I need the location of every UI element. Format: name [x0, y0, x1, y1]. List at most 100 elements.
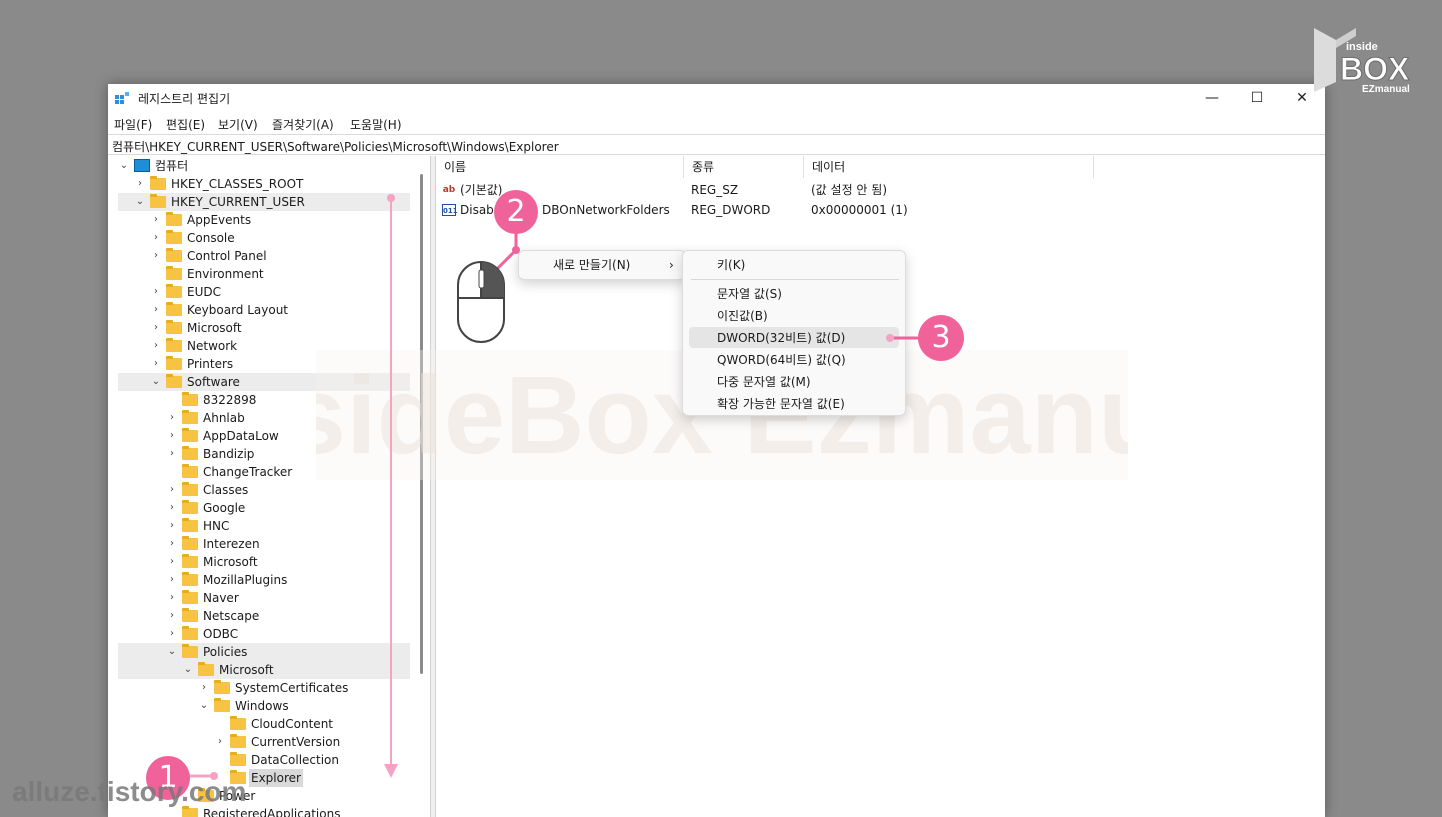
chevron-right-icon[interactable]: ›: [150, 211, 162, 229]
title-bar[interactable]: 레지스트리 편집기 — ☐ ✕: [108, 84, 1325, 112]
maximize-button[interactable]: ☐: [1234, 84, 1280, 112]
context-menu: 새로 만들기(N) ›: [518, 250, 686, 280]
chevron-right-icon[interactable]: ›: [166, 553, 178, 571]
tree-item-label: Printers: [187, 357, 234, 371]
tree-item-mozillaplugins[interactable]: › MozillaPlugins: [108, 571, 430, 589]
close-icon: ✕: [1296, 90, 1308, 106]
tree-item-interezen[interactable]: › Interezen: [108, 535, 430, 553]
chevron-right-icon[interactable]: ›: [166, 571, 178, 589]
tree-item-currentversion[interactable]: › CurrentVersion: [108, 733, 430, 751]
insidebox-logo: inside BOX EZmanual: [1314, 28, 1411, 94]
tree-item-systemcertificates[interactable]: › SystemCertificates: [108, 679, 430, 697]
submenu-key[interactable]: 키(K): [717, 255, 745, 275]
chevron-right-icon[interactable]: ›: [214, 733, 226, 751]
tree-item-label: MozillaPlugins: [203, 573, 288, 587]
chevron-down-icon[interactable]: ⌄: [198, 697, 210, 715]
menu-view[interactable]: 보기(V): [218, 116, 258, 133]
chevron-right-icon[interactable]: ›: [166, 625, 178, 643]
chevron-right-icon[interactable]: ›: [166, 427, 178, 445]
tree-item-hkey-current-user[interactable]: ⌄ HKEY_CURRENT_USER: [118, 193, 410, 211]
tree-item-microsoft[interactable]: ⌄ Microsoft: [118, 661, 410, 679]
tree-item-appevents[interactable]: › AppEvents: [108, 211, 430, 229]
chevron-right-icon[interactable]: ›: [150, 229, 162, 247]
tree-item-naver[interactable]: › Naver: [108, 589, 430, 607]
tree-item-hkey-classes-root[interactable]: › HKEY_CLASSES_ROOT: [108, 175, 430, 193]
chevron-right-icon[interactable]: ›: [150, 355, 162, 373]
menu-file[interactable]: 파일(F): [114, 116, 152, 133]
tree-item-label: ChangeTracker: [203, 465, 293, 479]
minimize-button[interactable]: —: [1189, 84, 1235, 112]
footer-watermark: alluze.tistory.com: [12, 776, 247, 807]
tree-item-컴퓨터[interactable]: ⌄ 컴퓨터: [108, 157, 430, 175]
folder-icon: [166, 320, 182, 334]
folder-icon: [150, 194, 166, 208]
tree-item-microsoft[interactable]: › Microsoft: [108, 553, 430, 571]
tree-item-eudc[interactable]: › EUDC: [108, 283, 430, 301]
tree-item-odbc[interactable]: › ODBC: [108, 625, 430, 643]
chevron-down-icon[interactable]: ⌄: [118, 157, 130, 175]
tree-item-environment[interactable]: Environment: [108, 265, 430, 283]
submenu-qword[interactable]: QWORD(64비트) 값(Q): [717, 350, 846, 370]
tree-item-google[interactable]: › Google: [108, 499, 430, 517]
chevron-right-icon[interactable]: ›: [166, 445, 178, 463]
tree-item-label: Windows: [235, 699, 289, 713]
tree-item-netscape[interactable]: › Netscape: [108, 607, 430, 625]
menu-edit[interactable]: 편집(E): [166, 116, 205, 133]
chevron-right-icon[interactable]: ›: [166, 409, 178, 427]
key-tree-pane[interactable]: ⌄ 컴퓨터 › HKEY_CLASSES_ROOT ⌄ HKEY_CURRENT_USER…: [108, 156, 430, 817]
submenu-dword[interactable]: DWORD(32비트) 값(D): [717, 328, 845, 348]
chevron-right-icon[interactable]: ›: [150, 319, 162, 337]
tree-item-windows[interactable]: ⌄ Windows: [108, 697, 430, 715]
tree-item-control-panel[interactable]: › Control Panel: [108, 247, 430, 265]
tree-item-console[interactable]: › Console: [108, 229, 430, 247]
tree-item-label: Interezen: [203, 537, 260, 551]
chevron-down-icon[interactable]: ⌄: [166, 643, 178, 661]
string-value-icon: ab: [442, 185, 456, 195]
column-type[interactable]: 종류: [684, 156, 804, 178]
chevron-right-icon[interactable]: ›: [166, 517, 178, 535]
chevron-down-icon[interactable]: ⌄: [150, 373, 162, 391]
column-name[interactable]: 이름: [436, 156, 684, 178]
chevron-right-icon[interactable]: ›: [150, 301, 162, 319]
tree-item-label: SystemCertificates: [235, 681, 349, 695]
tree-item-hnc[interactable]: › HNC: [108, 517, 430, 535]
chevron-down-icon[interactable]: ⌄: [182, 661, 194, 679]
value-data: 0x00000001 (1): [811, 203, 908, 217]
address-bar[interactable]: 컴퓨터\HKEY_CURRENT_USER\Software\Policies\…: [108, 134, 1325, 155]
menu-help[interactable]: 도움말(H): [350, 116, 402, 133]
chevron-right-icon[interactable]: ›: [150, 337, 162, 355]
folder-icon: [166, 302, 182, 316]
tree-item-label: Google: [203, 501, 246, 515]
chevron-right-icon[interactable]: ›: [198, 679, 210, 697]
submenu-expandable-string[interactable]: 확장 가능한 문자열 값(E): [717, 394, 845, 414]
chevron-right-icon[interactable]: ›: [166, 607, 178, 625]
tree-item-keyboard-layout[interactable]: › Keyboard Layout: [108, 301, 430, 319]
chevron-right-icon[interactable]: ›: [150, 283, 162, 301]
submenu-binary[interactable]: 이진값(B): [717, 306, 768, 326]
chevron-right-icon[interactable]: ›: [166, 535, 178, 553]
tree-item-policies[interactable]: ⌄ Policies: [118, 643, 410, 661]
tree-item-label: DataCollection: [251, 753, 340, 767]
tree-item-cloudcontent[interactable]: CloudContent: [108, 715, 430, 733]
chevron-right-icon[interactable]: ›: [166, 589, 178, 607]
chevron-right-icon[interactable]: ›: [166, 499, 178, 517]
column-data[interactable]: 데이터: [804, 156, 1094, 178]
menu-favorites[interactable]: 즐겨찾기(A): [272, 116, 334, 133]
binary-value-icon: 011: [442, 204, 458, 216]
submenu-multi-string[interactable]: 다중 문자열 값(M): [717, 372, 811, 392]
address-path[interactable]: 컴퓨터\HKEY_CURRENT_USER\Software\Policies\…: [112, 138, 559, 155]
tree-item-label: EUDC: [187, 285, 221, 299]
tree-item-classes[interactable]: › Classes: [108, 481, 430, 499]
folder-icon: [182, 518, 198, 532]
context-new[interactable]: 새로 만들기(N): [553, 255, 630, 275]
chevron-right-icon[interactable]: ›: [166, 481, 178, 499]
submenu-string[interactable]: 문자열 값(S): [717, 284, 782, 304]
folder-icon: [166, 248, 182, 262]
chevron-down-icon[interactable]: ⌄: [134, 193, 146, 211]
step-badge-3: 3: [918, 315, 964, 361]
tree-item-label: Keyboard Layout: [187, 303, 289, 317]
chevron-right-icon[interactable]: ›: [134, 175, 146, 193]
chevron-right-icon[interactable]: ›: [150, 247, 162, 265]
tree-item-microsoft[interactable]: › Microsoft: [108, 319, 430, 337]
